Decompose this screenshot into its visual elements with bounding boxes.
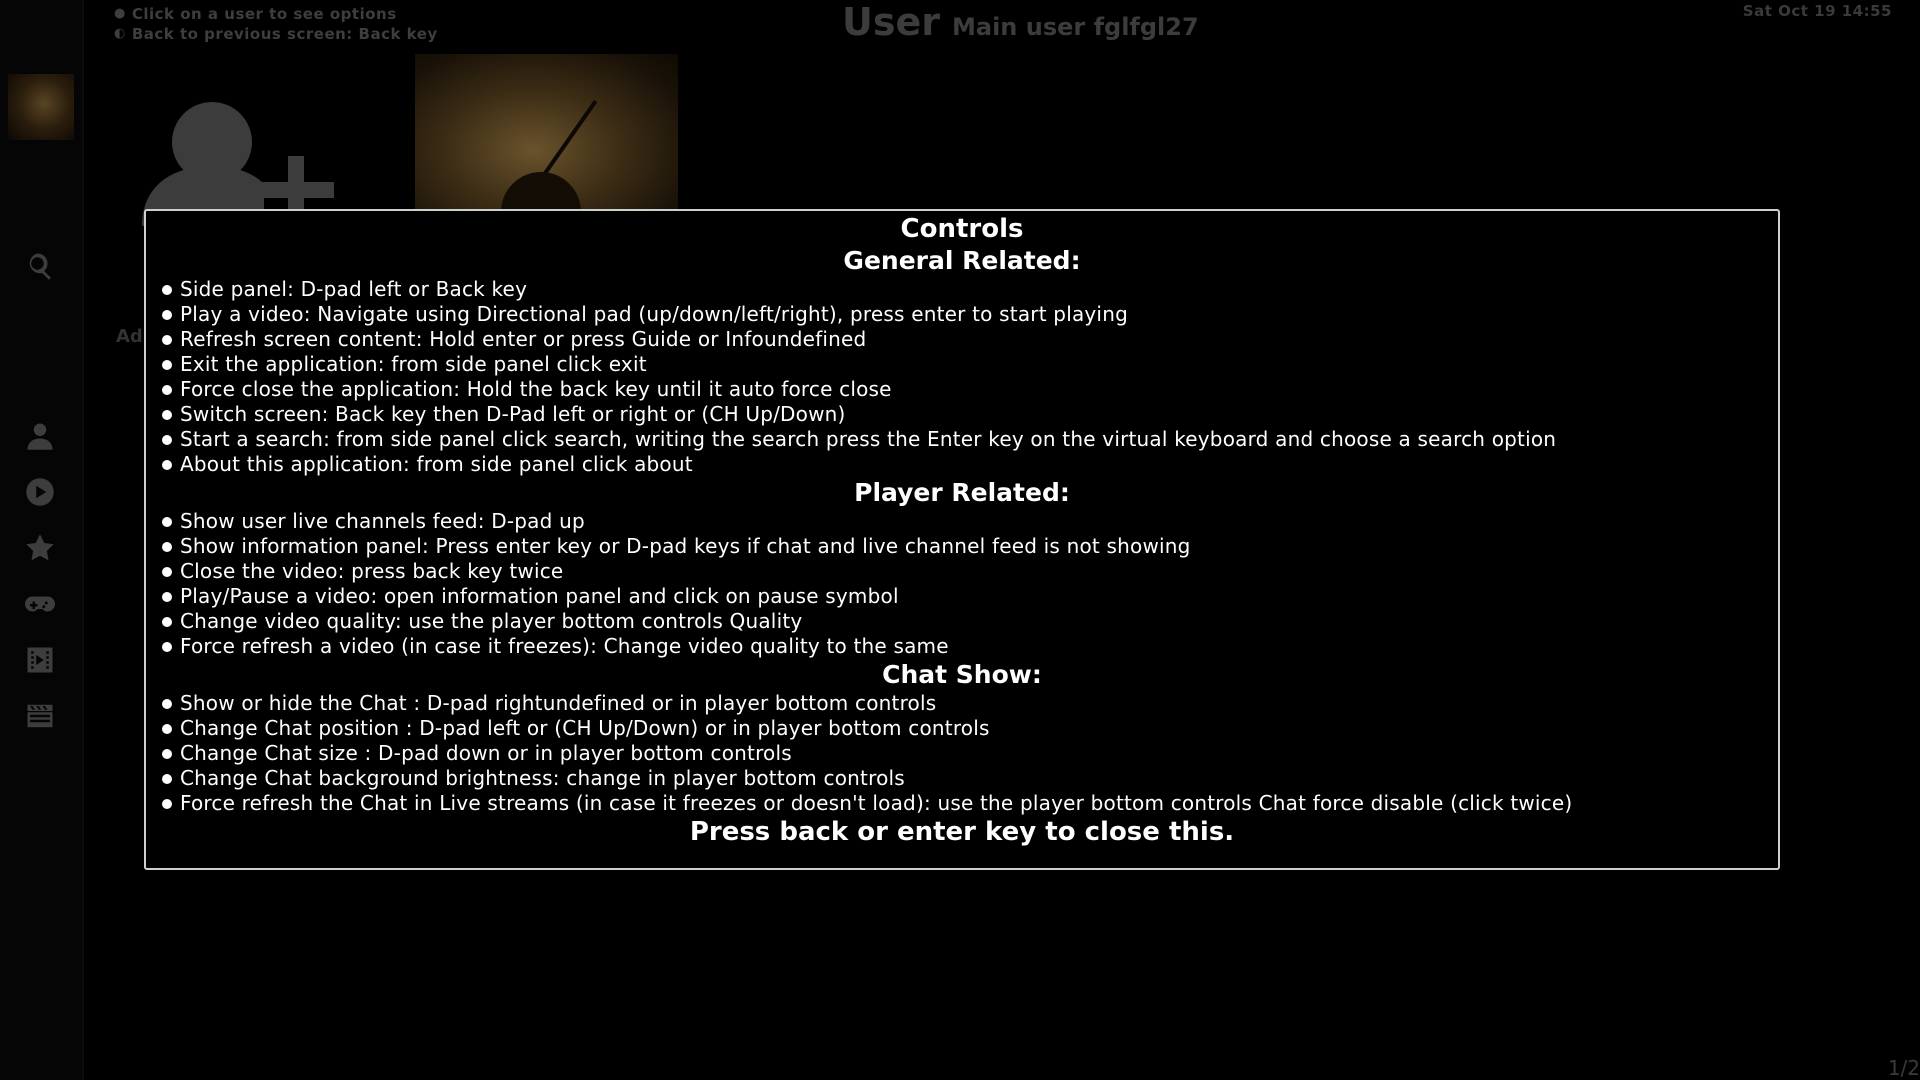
hint-text: Click on a user to see options <box>131 5 397 23</box>
player-controls-list: Show user live channels feed: D-pad up S… <box>146 509 1778 659</box>
side-panel <box>0 0 84 1080</box>
page-indicator: 1/2 <box>1887 1056 1920 1080</box>
clock: Sat Oct 19 14:55 <box>1742 2 1892 20</box>
list-item: Force refresh a video (in case it freeze… <box>162 634 1778 659</box>
hint-text: Back to previous screen: Back key <box>131 25 438 43</box>
add-user-icon <box>142 102 334 226</box>
screen-title: User <box>842 0 940 44</box>
video-icon[interactable] <box>22 642 58 678</box>
user-avatar[interactable] <box>8 74 74 140</box>
search-icon[interactable] <box>22 248 58 284</box>
control-hints: ● Click on a user to see options ◐ Back … <box>114 4 438 44</box>
list-item: Change Chat size : D-pad down or in play… <box>162 741 1778 766</box>
chat-controls-list: Show or hide the Chat : D-pad rightundef… <box>146 691 1778 816</box>
list-item: Play/Pause a video: open information pan… <box>162 584 1778 609</box>
list-item: Force close the application: Hold the ba… <box>162 377 1778 402</box>
general-controls-list: Side panel: D-pad left or Back key Play … <box>146 277 1778 477</box>
user-icon: ● <box>114 6 126 21</box>
list-item: Start a search: from side panel click se… <box>162 427 1778 452</box>
section-heading-chat: Chat Show: <box>882 660 1042 689</box>
list-item: About this application: from side panel … <box>162 452 1778 477</box>
user-icon[interactable] <box>22 418 58 454</box>
list-item: Side panel: D-pad left or Back key <box>162 277 1778 302</box>
list-item: Change Chat position : D-pad left or (CH… <box>162 716 1778 741</box>
list-item: Refresh screen content: Hold enter or pr… <box>162 327 1778 352</box>
list-item: Close the video: press back key twice <box>162 559 1778 584</box>
page-title: User Main user fglfgl27 <box>842 0 1199 52</box>
list-item: Change video quality: use the player bot… <box>162 609 1778 634</box>
screen-subtitle: Main user fglfgl27 <box>952 13 1199 41</box>
close-instruction: Press back or enter key to close this. <box>689 817 1235 847</box>
list-item: Change Chat background brightness: chang… <box>162 766 1778 791</box>
list-item: Show information panel: Press enter key … <box>162 534 1778 559</box>
back-circle-icon: ◐ <box>114 26 126 41</box>
play-icon[interactable] <box>22 474 58 510</box>
star-icon[interactable] <box>22 530 58 566</box>
gamepad-icon[interactable] <box>22 586 58 622</box>
list-item: Force refresh the Chat in Live streams (… <box>162 791 1778 816</box>
hint-back: ◐ Back to previous screen: Back key <box>114 24 438 44</box>
section-heading-general: General Related: <box>843 246 1081 275</box>
section-heading-player: Player Related: <box>854 478 1070 507</box>
list-item: Exit the application: from side panel cl… <box>162 352 1778 377</box>
dialog-title: Controls <box>900 214 1024 244</box>
list-item: Show or hide the Chat : D-pad rightundef… <box>162 691 1778 716</box>
list-item: Switch screen: Back key then D-Pad left … <box>162 402 1778 427</box>
user-tile[interactable] <box>415 54 678 232</box>
hint-user-options: ● Click on a user to see options <box>114 4 438 24</box>
list-item: Play a video: Navigate using Directional… <box>162 302 1778 327</box>
clapperboard-icon[interactable] <box>22 698 58 734</box>
list-item: Show user live channels feed: D-pad up <box>162 509 1778 534</box>
controls-dialog[interactable]: Controls General Related: Side panel: D-… <box>144 209 1780 870</box>
add-user-label: Ad <box>116 326 143 347</box>
